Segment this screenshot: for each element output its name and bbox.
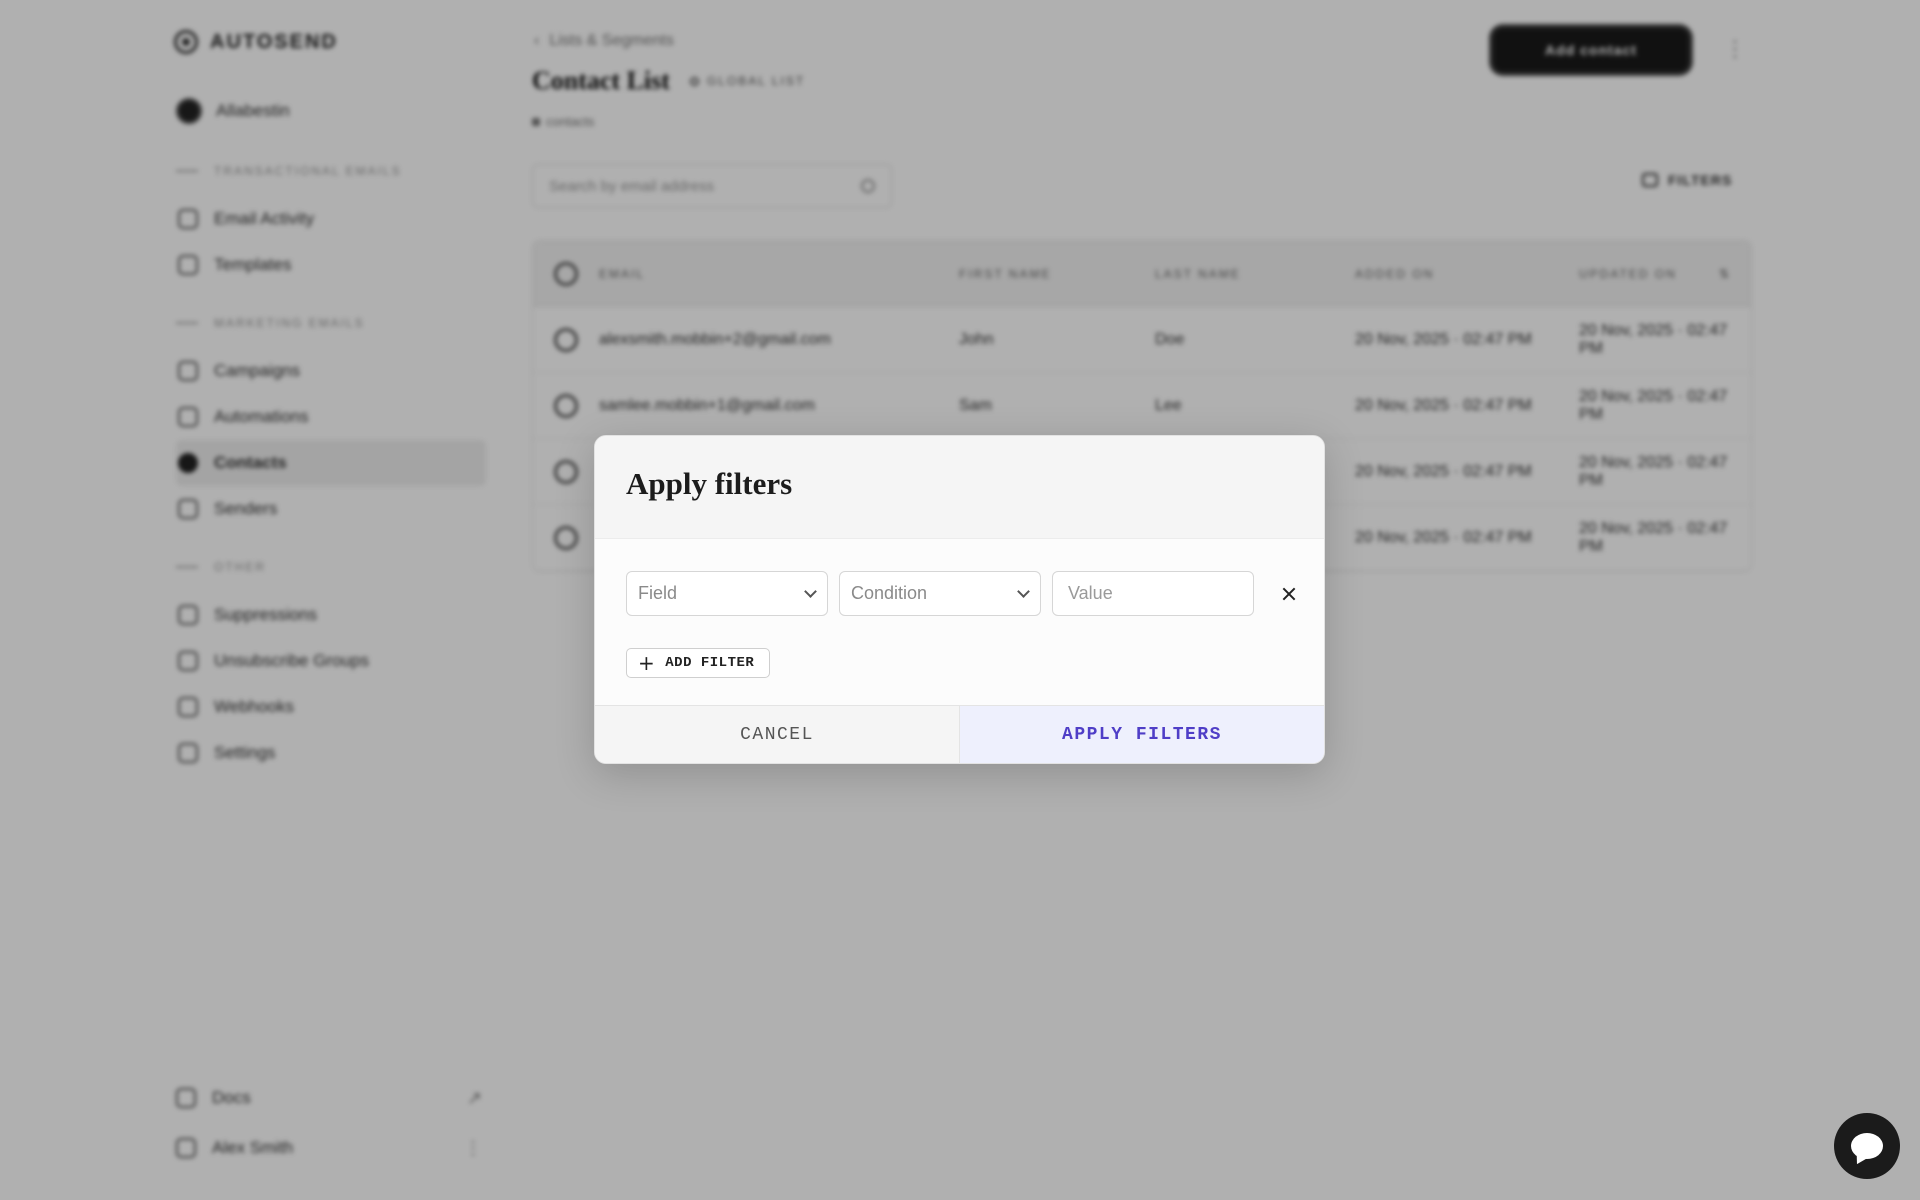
- condition-select[interactable]: Condition: [839, 571, 1041, 616]
- apply-filters-button[interactable]: APPLY FILTERS: [960, 706, 1324, 763]
- chat-widget-button[interactable]: [1834, 1113, 1900, 1179]
- field-select[interactable]: Field: [626, 571, 828, 616]
- plus-icon: +: [638, 651, 656, 675]
- dialog-body: Field Condition + ADD FILTER: [595, 539, 1324, 707]
- condition-select-placeholder: Condition: [851, 583, 928, 603]
- chevron-down-icon: [804, 584, 817, 598]
- dialog-title: Apply filters: [626, 466, 793, 501]
- chat-bubble-icon: [1851, 1133, 1883, 1159]
- add-filter-button[interactable]: + ADD FILTER: [626, 648, 771, 678]
- value-input[interactable]: [1052, 571, 1254, 616]
- dialog-footer: CANCEL APPLY FILTERS: [595, 705, 1324, 763]
- add-filter-label: ADD FILTER: [665, 655, 755, 671]
- field-select-placeholder: Field: [638, 583, 678, 603]
- cancel-button[interactable]: CANCEL: [595, 706, 960, 763]
- filter-row: Field Condition: [626, 571, 1306, 616]
- close-icon[interactable]: [1272, 577, 1306, 611]
- apply-filters-dialog: Apply filters Field Condition + ADD FILT…: [594, 435, 1325, 764]
- chevron-down-icon: [1017, 584, 1030, 598]
- dialog-header: Apply filters: [595, 436, 1324, 539]
